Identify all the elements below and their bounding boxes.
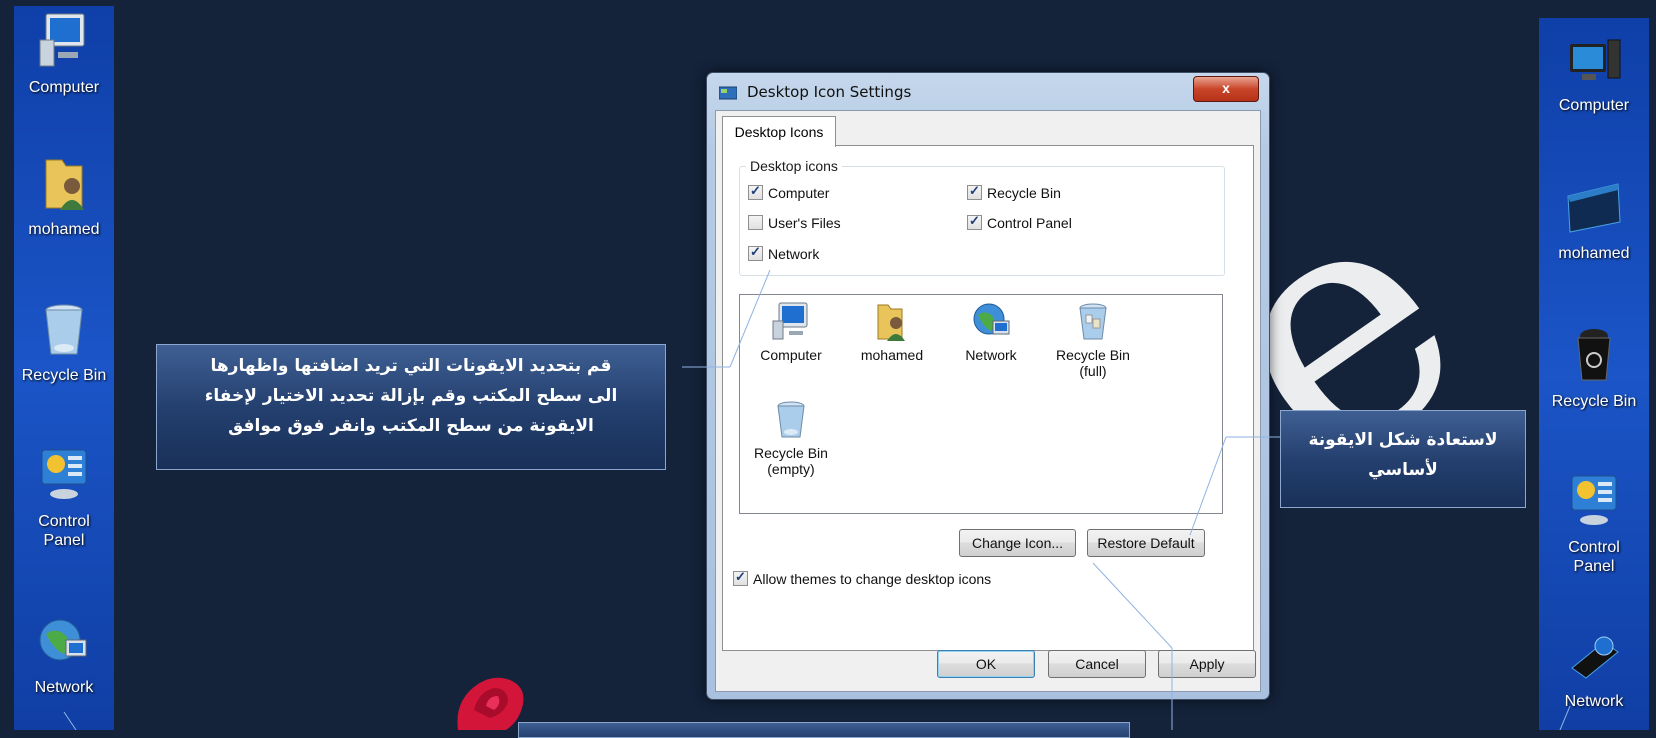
desktop-icon-control-panel[interactable]: Control Panel [1539, 470, 1649, 576]
desktop-icon-label: Control [38, 513, 90, 530]
close-button[interactable]: x [1193, 76, 1259, 102]
desktop-icon-label: Network [34, 679, 94, 696]
network-icon [973, 303, 1010, 335]
checkbox-box[interactable] [733, 569, 748, 586]
list-item-network[interactable]: Network [944, 301, 1038, 363]
list-item-user-folder[interactable]: mohamed [845, 301, 939, 363]
desktop-icon-recycle-bin[interactable]: Recycle Bin [14, 298, 114, 385]
checkbox-label: Network [768, 246, 820, 262]
desktop-icon-label: Recycle Bin [1551, 393, 1637, 410]
list-item-label: Recycle Bin [1056, 347, 1130, 363]
callout-change-icon [518, 722, 1130, 738]
desktop-app-icon [719, 86, 737, 100]
control-panel-icon [41, 449, 87, 499]
checkbox-recycle-bin[interactable]: Recycle Bin [967, 183, 1061, 201]
checkbox-box[interactable] [748, 244, 763, 261]
callout-line: قم بتحديد الايقونات التي تريد اضافتها وا… [210, 356, 612, 376]
user-folder-icon [1567, 183, 1621, 233]
group-label: Desktop icons [746, 158, 842, 174]
callout-restore-default: لاستعادة شكل الايقونة لأساسي [1280, 410, 1526, 508]
apply-button[interactable]: Apply [1158, 650, 1256, 678]
callout-select-icons: قم بتحديد الايقونات التي تريد اضافتها وا… [156, 344, 666, 470]
desktop-icon-label-line2: Panel [1573, 558, 1615, 575]
ok-button[interactable]: OK [937, 650, 1035, 678]
checkbox-users-files[interactable]: User's Files [748, 215, 841, 231]
desktop-icon-user-folder[interactable]: mohamed [14, 152, 114, 239]
desktop-icon-user-folder[interactable]: mohamed [1539, 178, 1649, 263]
desktop-icon-label: Network [1564, 693, 1624, 710]
desktop-icons-right: Computer mohamed Recycle Bin Control Pan… [1539, 18, 1649, 730]
desktop-icon-label: mohamed [28, 221, 100, 238]
tab-desktop-icons[interactable]: Desktop Icons [722, 116, 836, 147]
computer-icon [39, 13, 85, 67]
recycle-bin-empty-icon [777, 401, 805, 438]
restore-default-button[interactable]: Restore Default [1087, 529, 1205, 557]
network-icon [1571, 636, 1619, 679]
user-folder-icon [877, 304, 905, 341]
callout-line: الى سطح المكتب وقم بإزالة تحديد الاختيار… [204, 386, 618, 406]
checkbox-allow-themes[interactable]: Allow themes to change desktop icons [733, 569, 992, 587]
desktop-icon-label-line2: Panel [43, 532, 85, 549]
desktop-icon-settings-dialog: Desktop Icon Settings x Desktop Icons De… [706, 72, 1270, 700]
desktop-icons-left: Computer mohamed Recycle Bin Control Pan… [14, 6, 114, 730]
list-item-label: Recycle Bin [754, 445, 828, 461]
close-icon: x [1222, 80, 1230, 96]
change-icon-button[interactable]: Change Icon... [959, 529, 1076, 557]
checkbox-label: Recycle Bin [987, 185, 1061, 201]
callout-line: لاستعادة شكل الايقونة [1308, 430, 1498, 450]
rose-icon [457, 677, 524, 730]
list-item-label: Computer [760, 347, 822, 363]
tab-panel: Desktop icons Computer Recycle Bin User'… [722, 145, 1254, 651]
icon-list: Computer mohamed Network Recycle Bin (fu… [739, 294, 1223, 514]
desktop-icon-network[interactable]: Network [1539, 628, 1649, 711]
checkbox-box[interactable] [967, 213, 982, 230]
desktop-icon-label: Recycle Bin [21, 367, 107, 384]
desktop-icon-label: Control [1568, 539, 1620, 556]
list-item-recycle-bin-empty[interactable]: Recycle Bin (empty) [744, 399, 838, 477]
desktop-icons-group: Desktop icons Computer Recycle Bin User'… [739, 158, 1225, 276]
dialog-client-area: Desktop Icons Desktop icons Computer Rec… [715, 110, 1261, 692]
computer-icon [1570, 39, 1621, 80]
desktop-icon-label: mohamed [1558, 245, 1630, 262]
desktop-icon-label: Computer [28, 79, 100, 96]
desktop-icon-computer[interactable]: Computer [14, 10, 114, 97]
checkbox-label: Allow themes to change desktop icons [753, 571, 992, 587]
user-folder-icon [45, 159, 84, 210]
desktop-icon-computer[interactable]: Computer [1539, 34, 1649, 115]
desktop-icon-recycle-bin[interactable]: Recycle Bin [1539, 324, 1649, 411]
checkbox-label: Computer [768, 185, 830, 201]
checkbox-network[interactable]: Network [748, 244, 820, 262]
list-item-label: mohamed [860, 347, 924, 363]
list-item-label-line2: (empty) [767, 461, 815, 477]
checkbox-label: Control Panel [987, 215, 1072, 231]
checkbox-computer[interactable]: Computer [748, 183, 830, 201]
recycle-bin-icon [45, 304, 83, 355]
checkbox-box[interactable] [748, 215, 763, 230]
desktop-icon-label: Computer [1558, 97, 1630, 114]
recycle-bin-full-icon [1079, 303, 1107, 340]
callout-line: لأساسي [1368, 460, 1438, 480]
callout-line: الايقونة من سطح المكتب وانقر فوق موافق [228, 416, 594, 436]
recycle-bin-icon [1577, 329, 1611, 381]
computer-icon [772, 302, 808, 340]
network-icon [39, 619, 87, 661]
list-item-recycle-bin-full[interactable]: Recycle Bin (full) [1046, 301, 1140, 379]
list-item-computer[interactable]: Computer [744, 301, 838, 363]
checkbox-control-panel[interactable]: Control Panel [967, 213, 1072, 231]
checkbox-label: User's Files [768, 215, 841, 231]
desktop-icon-network[interactable]: Network [14, 614, 114, 697]
checkbox-box[interactable] [967, 183, 982, 200]
list-item-label-line2: (full) [1079, 363, 1107, 379]
checkbox-box[interactable] [748, 183, 763, 200]
cancel-button[interactable]: Cancel [1048, 650, 1146, 678]
desktop-icon-control-panel[interactable]: Control Panel [14, 444, 114, 550]
list-item-label: Network [965, 347, 1017, 363]
dialog-title: Desktop Icon Settings [747, 83, 912, 101]
control-panel-icon [1571, 475, 1617, 525]
